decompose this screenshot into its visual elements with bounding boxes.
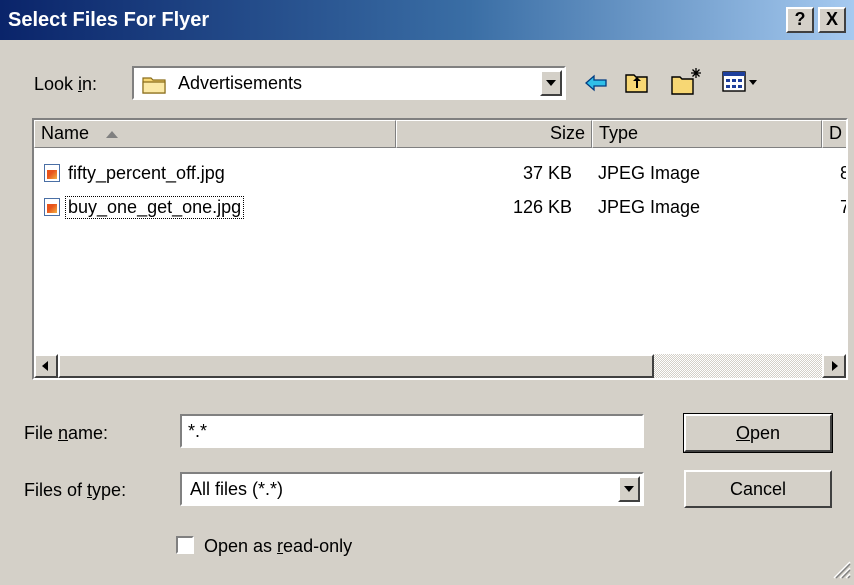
- readonly-checkbox[interactable]: [176, 536, 194, 554]
- filetype-label: Files of type:: [24, 480, 127, 500]
- filename-input[interactable]: *.*: [180, 414, 644, 448]
- column-header-name[interactable]: Name: [34, 120, 396, 148]
- back-icon[interactable]: [584, 72, 608, 99]
- file-type: JPEG Image: [598, 197, 701, 217]
- horizontal-scrollbar[interactable]: [34, 354, 846, 378]
- cancel-button[interactable]: Cancel: [684, 470, 832, 508]
- file-type: JPEG Image: [598, 163, 701, 183]
- open-button[interactable]: Open: [683, 413, 833, 453]
- list-item[interactable]: fifty_percent_off.jpg 37 KB JPEG Image 8: [34, 160, 846, 188]
- window-title: Select Files For Flyer: [8, 9, 210, 31]
- filename-value: *.*: [188, 421, 208, 441]
- arrow-left-icon: [42, 361, 48, 371]
- folder-icon: [142, 74, 168, 99]
- lookin-label: Look in:: [34, 74, 98, 94]
- filetype-value: All files (*.*): [190, 479, 284, 499]
- readonly-label[interactable]: Open as read-only: [204, 536, 352, 557]
- scroll-thumb[interactable]: [58, 354, 654, 378]
- close-button[interactable]: X: [818, 7, 846, 33]
- scroll-left-button[interactable]: [34, 354, 58, 378]
- title-bar: Select Files For Flyer ? X: [0, 0, 854, 40]
- help-button[interactable]: ?: [786, 7, 814, 33]
- jpeg-file-icon: [44, 164, 60, 182]
- resize-grip-icon[interactable]: [828, 556, 852, 585]
- arrow-right-icon: [832, 361, 838, 371]
- file-name: buy_one_get_one.jpg: [64, 196, 245, 219]
- scroll-right-button[interactable]: [822, 354, 846, 378]
- jpeg-file-icon: [44, 198, 60, 216]
- file-name: fifty_percent_off.jpg: [68, 163, 225, 183]
- lookin-value: Advertisements: [178, 73, 303, 93]
- lookin-dropdown-button[interactable]: [540, 70, 562, 96]
- file-list[interactable]: Name Size Type D fifty_percent_off.jpg 3…: [32, 118, 848, 380]
- file-date: 7: [840, 197, 846, 218]
- filetype-dropdown-button[interactable]: [618, 476, 640, 502]
- up-folder-icon[interactable]: [624, 70, 650, 99]
- list-item[interactable]: buy_one_get_one.jpg 126 KB JPEG Image 7: [34, 194, 846, 222]
- column-header-size[interactable]: Size: [396, 120, 592, 148]
- view-menu-icon[interactable]: [722, 70, 762, 99]
- column-header-type[interactable]: Type: [592, 120, 822, 148]
- column-header-date[interactable]: D: [822, 120, 846, 148]
- sort-ascending-icon: [106, 130, 119, 138]
- new-folder-icon[interactable]: [670, 66, 704, 101]
- lookin-combo[interactable]: Advertisements: [132, 66, 566, 100]
- file-size: 126 KB: [512, 197, 572, 217]
- file-size: 37 KB: [522, 163, 572, 183]
- filetype-combo[interactable]: All files (*.*): [180, 472, 644, 506]
- filename-label: File name:: [24, 423, 109, 443]
- file-date: 8: [840, 163, 846, 184]
